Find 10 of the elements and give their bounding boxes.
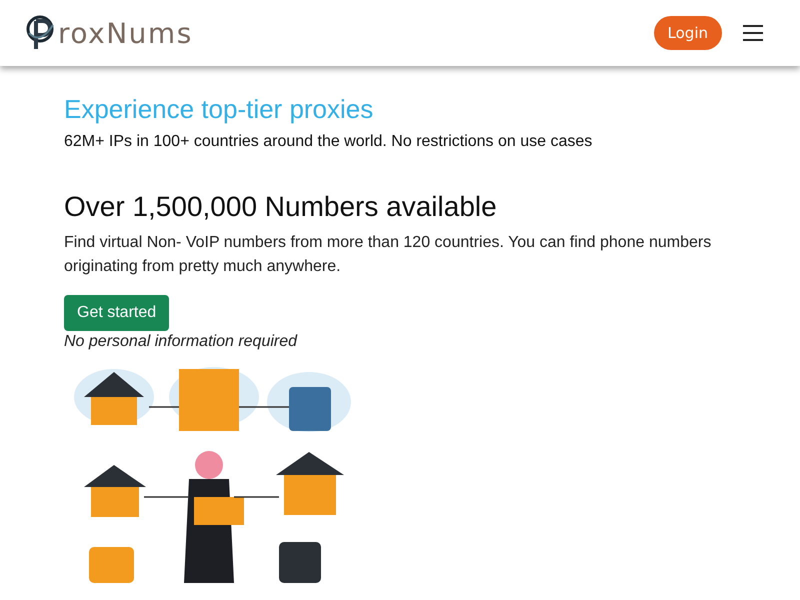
brand-logo-text[interactable]: roxNums — [58, 16, 193, 50]
privacy-note: No personal information required — [64, 333, 298, 351]
get-started-button[interactable]: Get started — [64, 295, 170, 331]
numbers-heading: Over 1,500,000 Numbers available — [64, 191, 498, 223]
numbers-description: Find virtual Non- VoIP numbers from more than 120 countries. You can find phone numbers originating from pretty much anywhere. — [64, 233, 712, 277]
logo-icon — [26, 15, 56, 51]
login-button[interactable]: Login — [654, 16, 722, 50]
hero-subtext: 62M+ IPs in 100+ countries around the world. No restrictions on use cases — [64, 133, 594, 151]
hero-heading: Experience top-tier proxies — [64, 94, 374, 125]
menu-icon[interactable] — [742, 24, 764, 42]
